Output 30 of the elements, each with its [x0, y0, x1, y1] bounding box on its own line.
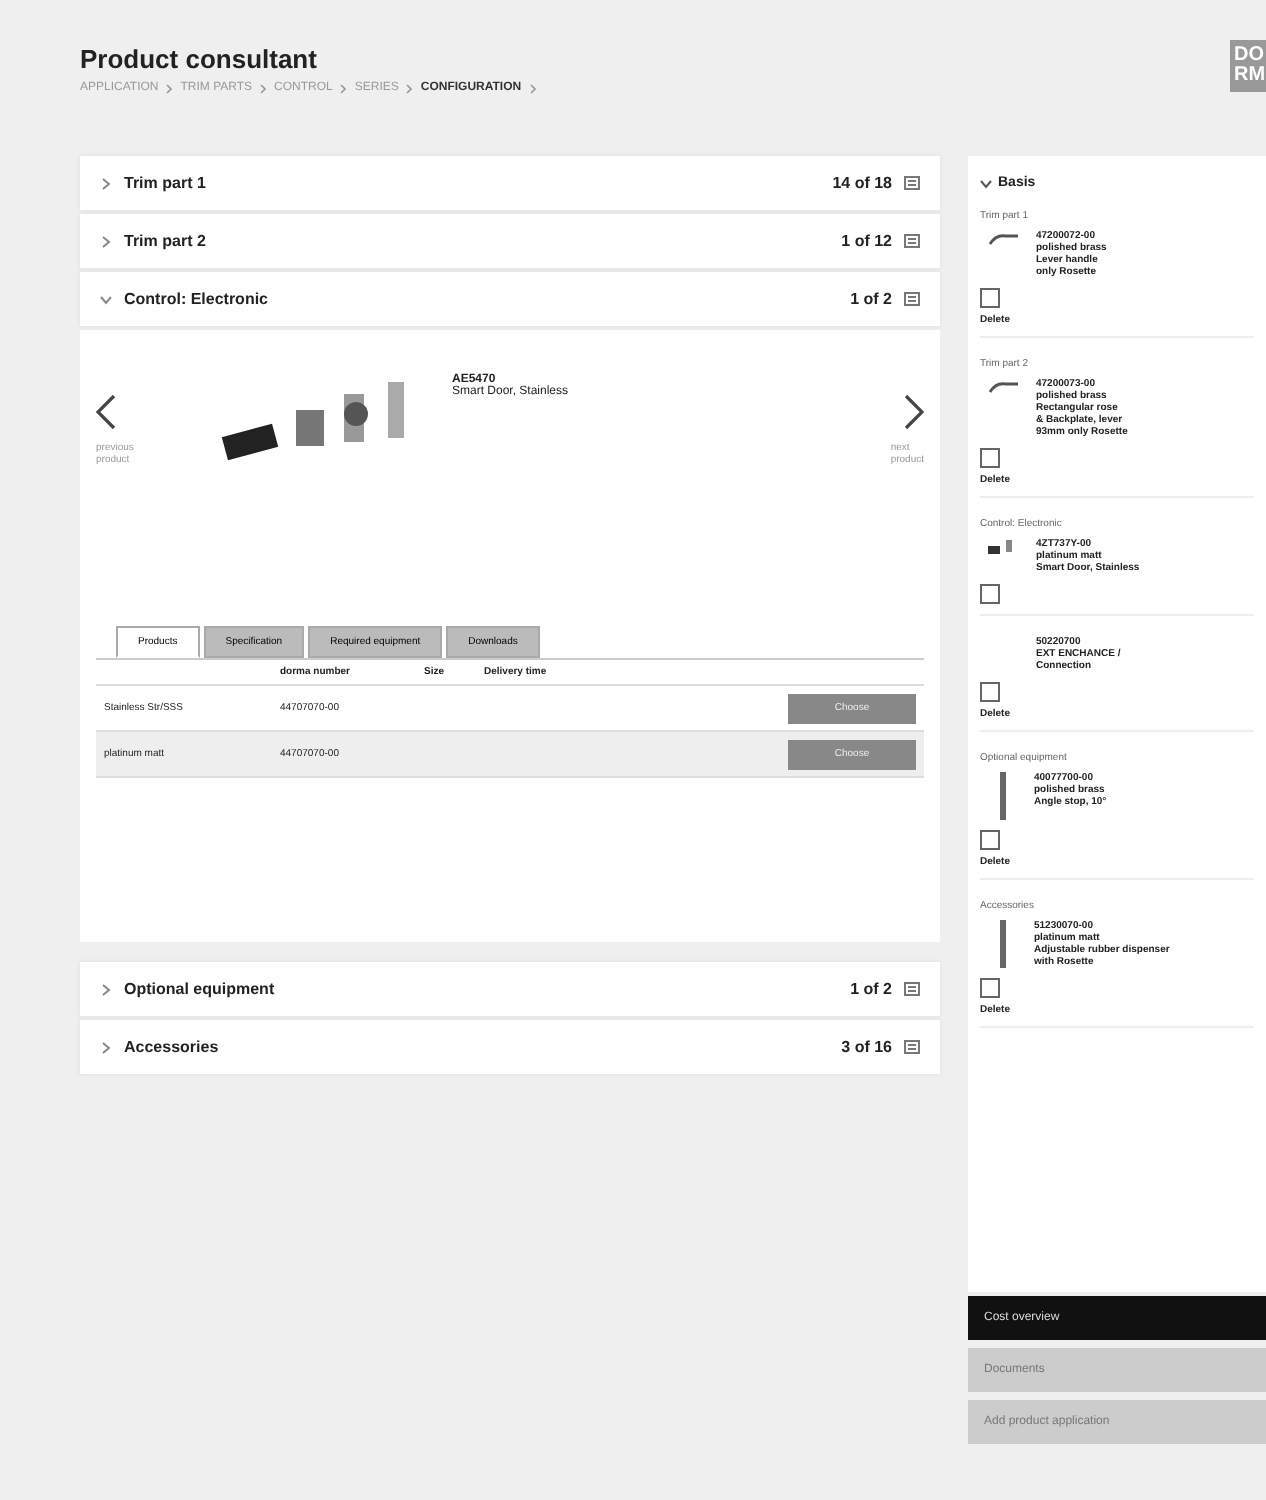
accordion-header[interactable]: Optional equipment 1 of 2: [80, 962, 940, 1016]
chevron-down-icon: [980, 177, 992, 189]
previous-button[interactable]: [96, 394, 116, 430]
list-icon: [904, 982, 920, 996]
accordion-header[interactable]: Trim part 1 14 of 18: [80, 156, 940, 210]
checkbox[interactable]: [980, 448, 1000, 468]
next-button[interactable]: [904, 394, 924, 430]
page-title: Product consultant: [80, 44, 319, 74]
rod-icon: [1000, 772, 1006, 820]
chevron-right-icon: [340, 83, 347, 93]
checkbox[interactable]: [980, 288, 1000, 308]
chevron-right-icon: [166, 83, 173, 93]
list-icon: [904, 234, 920, 248]
checkbox[interactable]: [980, 584, 1000, 604]
lever-handle-icon: [988, 378, 1020, 398]
list-icon: [904, 1040, 920, 1054]
accordion-header[interactable]: Trim part 2 1 of 12: [80, 214, 940, 268]
list-icon: [904, 176, 920, 190]
accordion-header[interactable]: Control: Electronic 1 of 2: [80, 272, 940, 326]
logo: DO RM: [1230, 40, 1266, 92]
checkbox[interactable]: [980, 978, 1000, 998]
list-icon: [904, 292, 920, 306]
chevron-right-icon: [260, 83, 267, 93]
lever-handle-icon: [988, 230, 1020, 250]
accordion-header[interactable]: Accessories 3 of 16: [80, 1020, 940, 1074]
rod-icon: [1000, 920, 1006, 968]
chevron-right-icon: [529, 83, 536, 93]
chevron-right-icon: [406, 83, 413, 93]
checkbox[interactable]: [980, 830, 1000, 850]
checkbox[interactable]: [980, 682, 1000, 702]
